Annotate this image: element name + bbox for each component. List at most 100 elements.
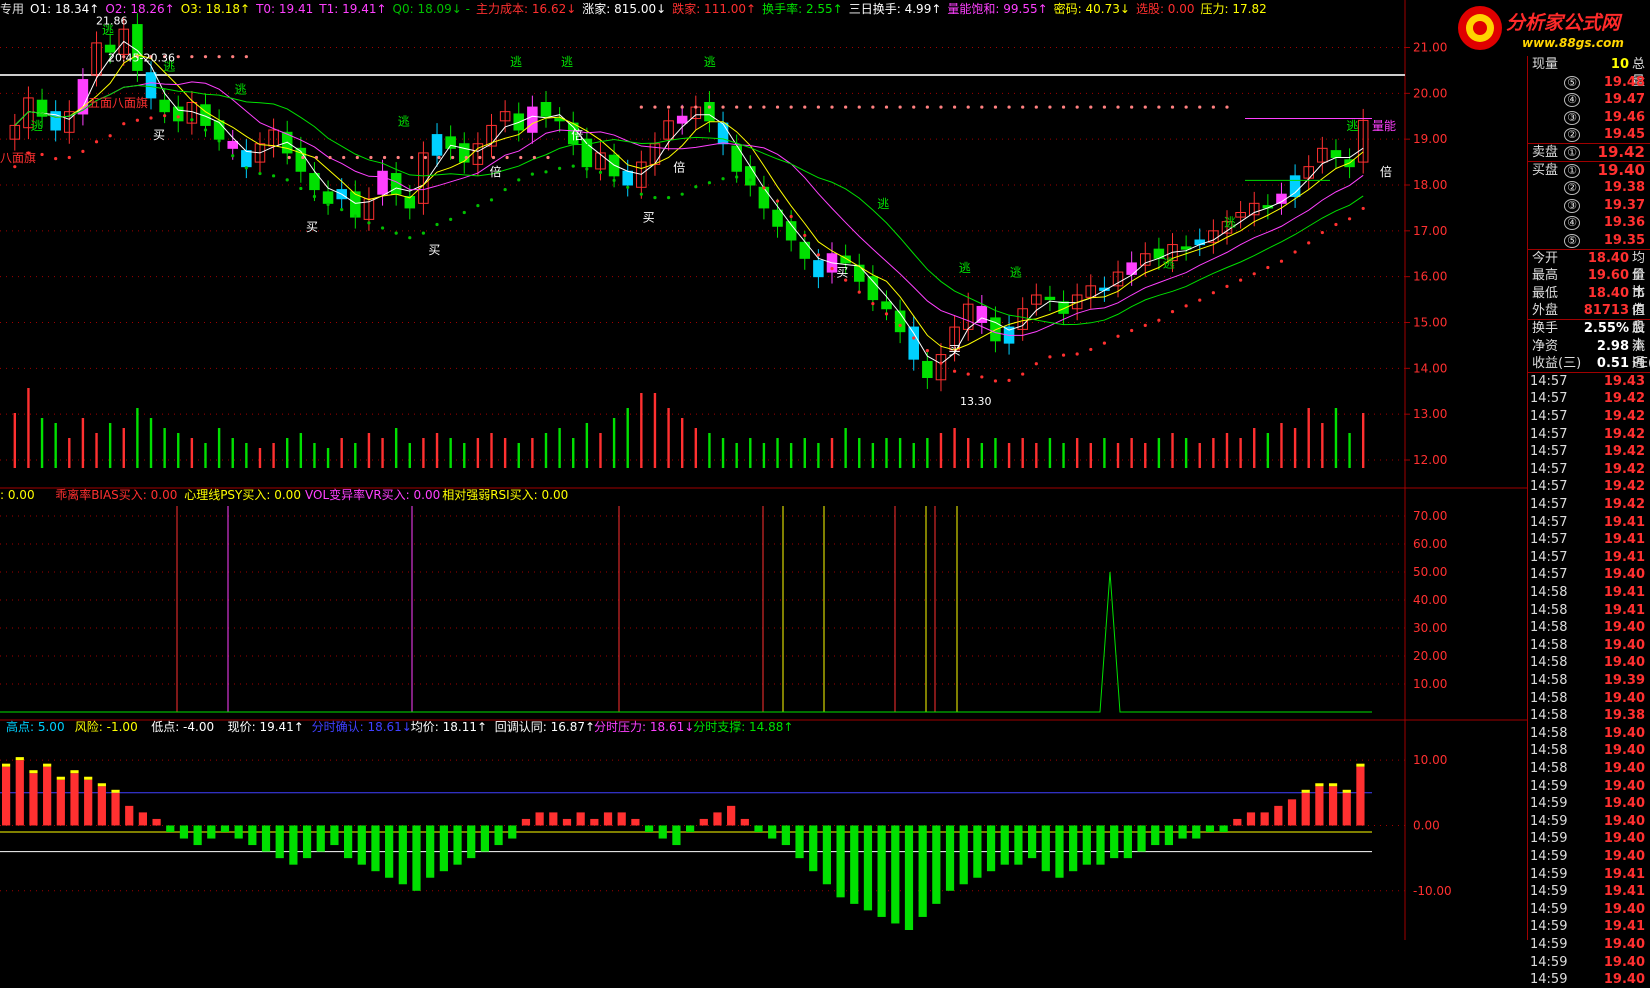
pressure-dot <box>912 105 916 109</box>
pressure-dot <box>342 155 346 160</box>
pressure-dot <box>410 155 414 160</box>
volume-bar <box>680 418 684 468</box>
buy-signal-label: 买 <box>949 344 961 358</box>
volume-bar <box>503 438 507 468</box>
bid-price: 19.36 <box>1603 215 1645 231</box>
oscillator-bar <box>603 812 613 826</box>
volume-bar <box>517 443 520 468</box>
pressure-dot <box>775 105 780 109</box>
pressure-dot <box>478 155 482 160</box>
trail-dot <box>993 379 998 383</box>
volume-bar <box>980 443 984 468</box>
header-item: 涨家: 815.00↓ <box>582 2 667 16</box>
oscillator-bar <box>535 812 544 826</box>
tick-price: 19.42 <box>1603 479 1645 495</box>
level-badge: ④ <box>1564 93 1580 108</box>
pressure-dot <box>1048 105 1052 109</box>
trail-dot <box>54 157 58 161</box>
trail-dot <box>775 199 780 203</box>
pressure-dot <box>980 105 984 109</box>
pressure-dot <box>694 105 698 109</box>
tick-price: 19.40 <box>1603 831 1645 847</box>
volume-bar <box>708 433 711 468</box>
oscillator-bar <box>959 825 968 885</box>
ask-price: 19.45 <box>1603 127 1645 143</box>
oscillator-cap <box>2 763 11 767</box>
volume-bar <box>217 428 221 468</box>
escape-signal-label: 逃 <box>959 261 971 275</box>
logo-url: www.88gs.com <box>1522 36 1624 50</box>
trail-dot <box>1293 250 1297 254</box>
indicator-tick-label: 70.00 <box>1413 509 1447 523</box>
volume-bar <box>1184 438 1188 468</box>
quote-label: 净资 <box>1532 338 1559 354</box>
oscillator-bar <box>891 825 900 924</box>
volume-bar <box>953 428 956 468</box>
pressure-dot <box>546 155 550 160</box>
tick-row: 14:58 19.40 <box>1528 760 1650 777</box>
oscillator-header-item: 分时压力: 18.61↓ <box>594 720 694 734</box>
volume-bar <box>381 438 384 468</box>
volume-bar <box>1130 438 1133 468</box>
tick-time: 14:59 <box>1530 778 1568 794</box>
volume-bar <box>926 438 929 468</box>
candle-body <box>676 115 688 124</box>
trail-dot <box>258 171 262 176</box>
volume-bar <box>1348 433 1351 468</box>
indicator-panel <box>0 506 1372 713</box>
pressure-dot <box>1130 105 1134 109</box>
volume-bar <box>340 438 343 468</box>
tick-price: 19.40 <box>1603 725 1645 741</box>
trail-dot <box>163 114 167 118</box>
trail-dot <box>312 194 317 199</box>
header-item: 主力成本: 16.62↓ <box>476 2 577 16</box>
tick-row: 14:59 19.40 <box>1528 954 1650 971</box>
oscillator-cap <box>29 770 38 774</box>
tick-row: 14:59 19.40 <box>1528 830 1650 847</box>
trail-dot <box>231 154 235 158</box>
volume-bar <box>1075 438 1079 468</box>
trail-dot <box>735 175 739 179</box>
tick-time: 14:57 <box>1530 391 1568 407</box>
bid-price: 19.35 <box>1603 233 1645 248</box>
pressure-dot <box>1034 105 1038 109</box>
pressure-dot <box>1225 105 1229 109</box>
tick-price: 19.39 <box>1603 673 1645 688</box>
tick-price: 19.41 <box>1603 919 1645 935</box>
oscillator-bar <box>248 825 257 846</box>
trail-dot <box>1116 334 1120 338</box>
volume-bar <box>1157 438 1161 468</box>
stat-value: 2.55% <box>1583 321 1629 336</box>
volume-bar <box>177 433 180 468</box>
volume-bar <box>749 438 752 468</box>
volume-bar <box>1321 423 1324 468</box>
oscillator-cap <box>84 776 93 780</box>
volume-bar <box>1198 443 1201 468</box>
trail-dot <box>1007 378 1011 382</box>
volume-bar <box>939 433 943 468</box>
oscillator-bar <box>29 773 38 826</box>
oscillator-bar <box>302 825 312 859</box>
stat-row: 外盘 81713 内盘 <box>1528 302 1650 335</box>
oscillator-bar <box>1096 825 1105 865</box>
ask-row: ② 19.45 <box>1528 126 1650 143</box>
bid1-row: 买盘 ① 19.40 <box>1528 161 1650 179</box>
tick-time: 14:59 <box>1530 831 1568 847</box>
pressure-dot <box>355 155 359 160</box>
tick-row: 14:59 19.41 <box>1528 883 1650 900</box>
tick-price: 19.40 <box>1603 637 1645 653</box>
trail-dot <box>203 128 208 132</box>
tick-price: 19.40 <box>1603 778 1645 794</box>
pressure-dot <box>1102 105 1107 109</box>
pressure-dot <box>301 155 305 160</box>
oscillator-bar <box>699 818 708 826</box>
oscillator-bar <box>56 779 65 826</box>
price-tick-label: 18.00 <box>1413 178 1447 192</box>
price-header: 专用 O1: 18.34↑ O2: 18.26↑ O3: 18.18↑ T0: 19.4… <box>0 0 1525 20</box>
tick-time: 14:57 <box>1530 497 1568 512</box>
candle-body <box>622 170 633 186</box>
header-item: T1: 19.41↑ <box>319 2 387 16</box>
volume-bar <box>544 433 548 468</box>
trail-dot <box>1048 355 1052 359</box>
trail-dot <box>1225 284 1229 289</box>
